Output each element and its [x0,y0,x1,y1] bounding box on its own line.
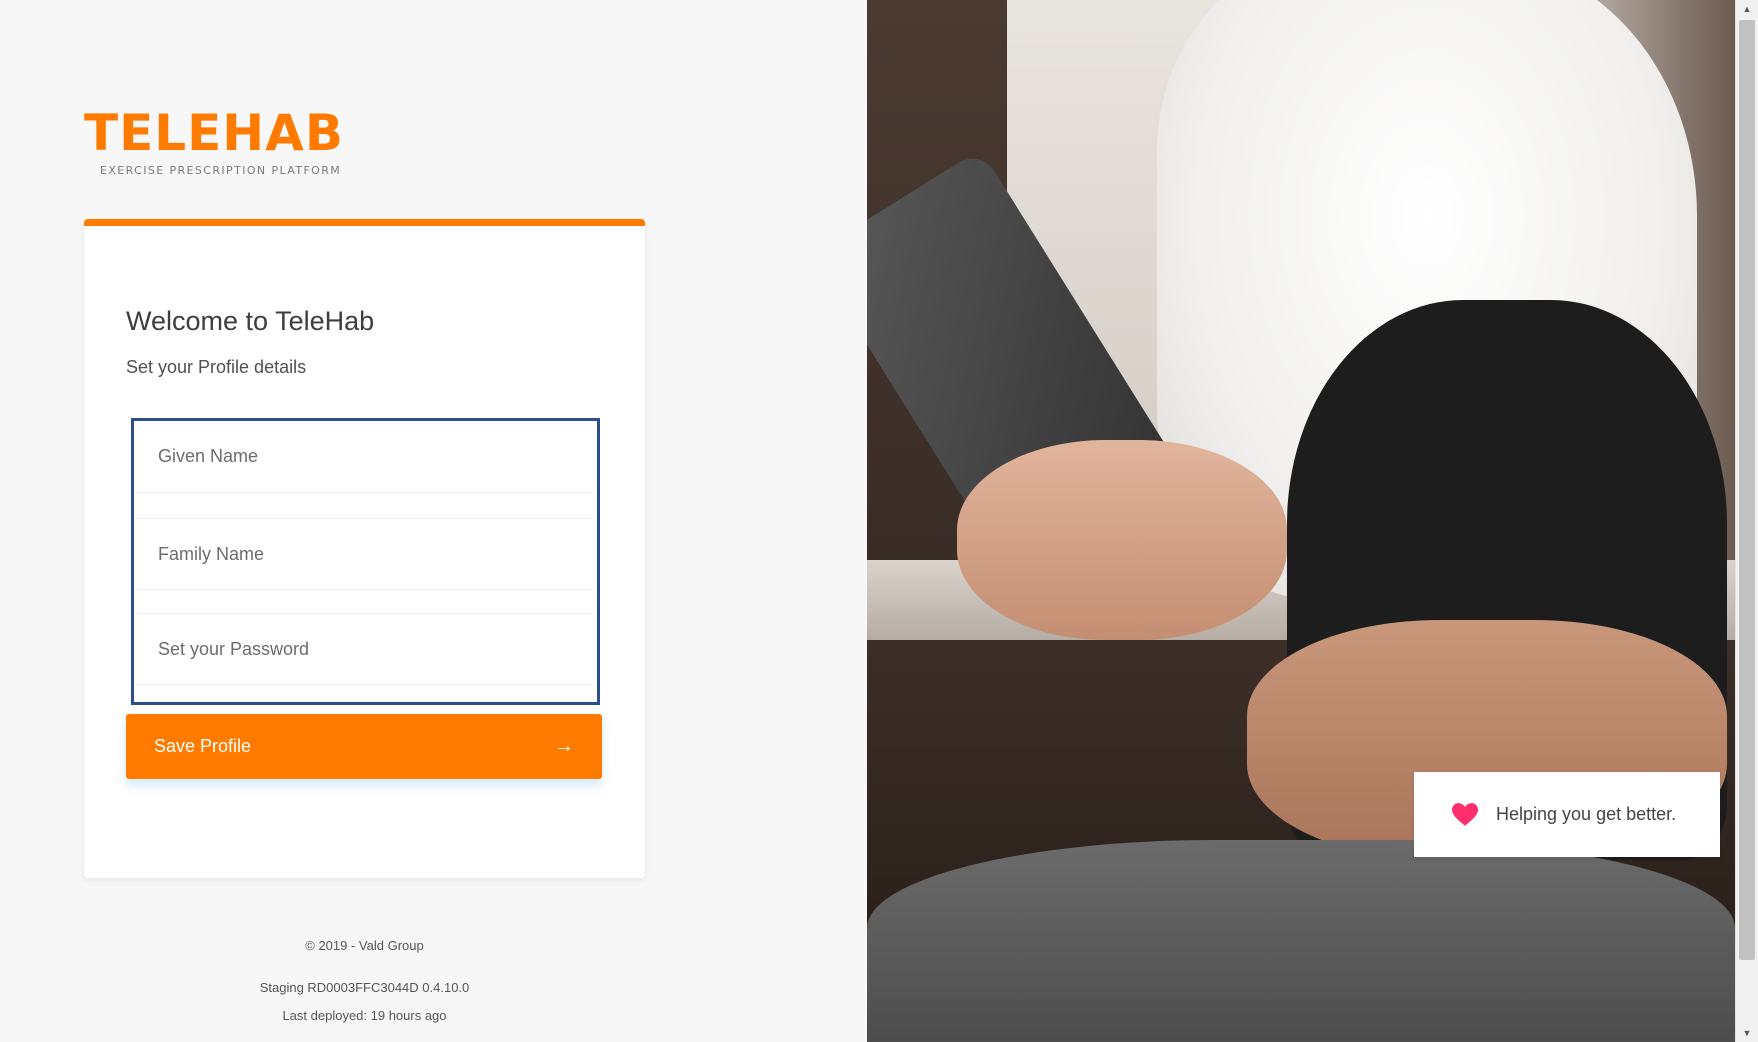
page: TELEHAB EXERCISE PRESCRIPTION PLATFORM W… [0,0,1758,1042]
logo-word: TELEHAB [84,104,344,162]
profile-form [131,418,600,705]
given-name-field-wrapper [137,421,593,493]
heart-icon [1452,802,1478,826]
hero-tagline-box: Helping you get better. [1414,772,1720,857]
vertical-scrollbar[interactable]: ▲ ▼ [1735,0,1758,1042]
password-input[interactable] [137,614,593,684]
card-subtitle: Set your Profile details [126,357,307,377]
hero-leggings [867,840,1735,1042]
last-deployed-text: Last deployed: 19 hours ago [282,1008,447,1023]
logo-tagline: EXERCISE PRESCRIPTION PLATFORM [100,164,342,177]
staging-version-text: Staging RD0003FFC3044D 0.4.10.0 [259,980,470,995]
telehab-logo: TELEHAB EXERCISE PRESCRIPTION PLATFORM [84,108,344,177]
profile-card: Welcome to TeleHab Set your Profile deta… [84,219,645,878]
card-title: Welcome to TeleHab [126,306,375,336]
copyright-text: © 2019 - Vald Group [305,938,424,953]
arrow-right-icon: → [554,735,574,757]
given-name-input[interactable] [137,421,593,492]
password-field-wrapper [137,613,593,685]
scroll-thumb[interactable] [1739,20,1755,960]
scroll-down-icon[interactable]: ▼ [1736,1024,1758,1042]
save-profile-button[interactable]: Save Profile → [126,714,602,779]
left-panel: TELEHAB EXERCISE PRESCRIPTION PLATFORM W… [0,0,870,1042]
hero-hands [957,440,1287,640]
family-name-input[interactable] [137,519,593,589]
scroll-up-icon[interactable]: ▲ [1736,0,1758,18]
save-profile-label: Save Profile [154,736,252,756]
hero-image [867,0,1735,1042]
family-name-field-wrapper [137,518,593,590]
hero-tagline: Helping you get better. [1496,804,1677,824]
